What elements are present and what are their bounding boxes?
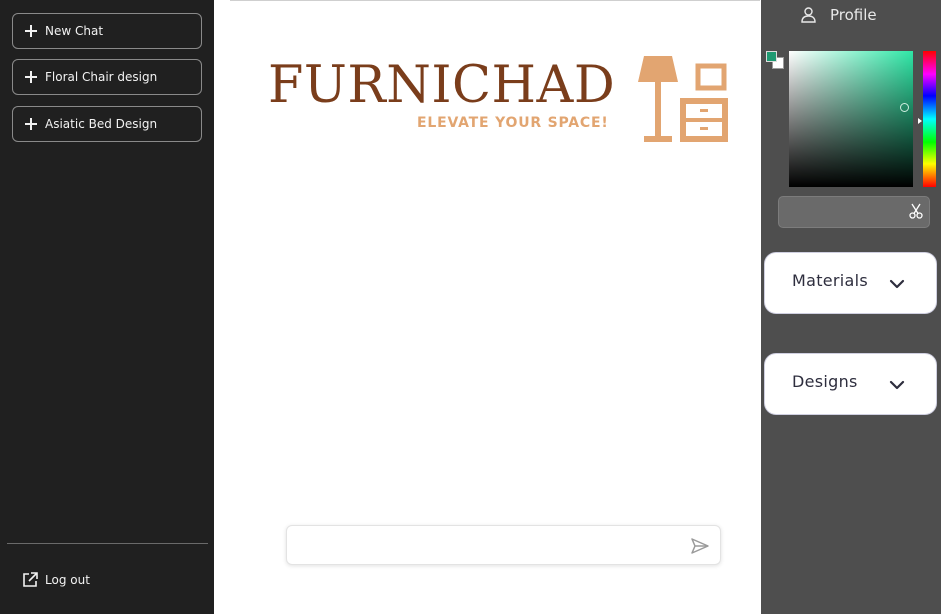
chat-label: Floral Chair design: [45, 70, 158, 84]
furniture-logo-icon: [638, 56, 728, 142]
plus-icon: [25, 71, 37, 83]
saturation-value-picker[interactable]: [789, 51, 913, 187]
scissors-icon[interactable]: [909, 203, 923, 219]
user-icon: [801, 7, 816, 23]
sidebar-divider: [7, 543, 208, 544]
brand-name: FURNICHAD: [268, 56, 616, 115]
brand-tagline: ELEVATE YOUR SPACE!: [417, 115, 609, 131]
new-chat-button[interactable]: New Chat: [12, 13, 202, 49]
materials-label: Materials: [792, 271, 869, 290]
plus-icon: [25, 118, 37, 130]
profile-button[interactable]: Profile: [801, 6, 877, 24]
brand-logo: FURNICHAD ELEVATE YOUR SPACE!: [268, 52, 728, 148]
logout-button[interactable]: Log out: [22, 571, 90, 588]
designs-label: Designs: [792, 372, 858, 391]
chat-item-asiatic-bed[interactable]: Asiatic Bed Design: [12, 106, 202, 142]
plus-icon: [25, 25, 37, 37]
right-panel: Profile Materials Designs: [761, 0, 941, 614]
hex-color-field: [778, 196, 930, 228]
send-icon[interactable]: [690, 536, 710, 556]
main-area: FURNICHAD ELEVATE YOUR SPACE!: [214, 0, 761, 614]
message-composer: [286, 525, 721, 565]
chat-sidebar: New Chat Floral Chair design Asiatic Bed…: [0, 0, 214, 614]
external-link-icon: [23, 572, 38, 587]
chevron-down-icon: [889, 279, 905, 289]
foreground-color-swatch[interactable]: [766, 51, 777, 62]
chat-label: New Chat: [45, 24, 104, 38]
color-picker-cursor[interactable]: [900, 103, 909, 112]
chat-item-floral-chair[interactable]: Floral Chair design: [12, 59, 202, 95]
hex-color-input[interactable]: [787, 203, 897, 223]
top-divider: [230, 0, 760, 1]
chat-label: Asiatic Bed Design: [45, 117, 158, 131]
hue-slider-marker[interactable]: [918, 118, 922, 124]
profile-label: Profile: [830, 6, 877, 24]
designs-dropdown[interactable]: Designs: [764, 353, 937, 415]
materials-dropdown[interactable]: Materials: [764, 252, 937, 314]
logout-label: Log out: [45, 572, 90, 587]
chevron-down-icon: [889, 380, 905, 390]
hue-slider[interactable]: [923, 51, 936, 187]
message-input[interactable]: [299, 535, 679, 557]
